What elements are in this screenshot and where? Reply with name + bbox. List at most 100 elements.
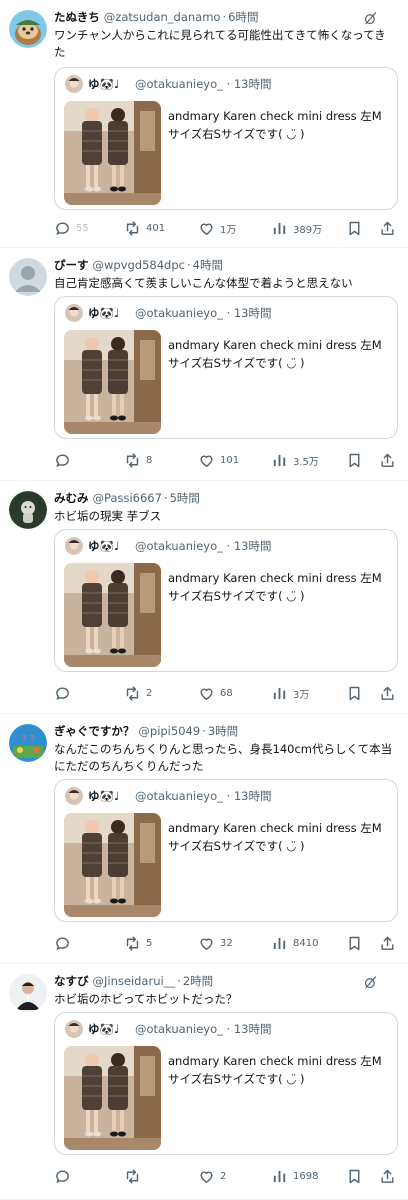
share-button[interactable] (379, 1166, 396, 1186)
reply-button[interactable]: 55 (54, 218, 89, 238)
views-button[interactable]: 1698 (271, 1166, 318, 1186)
bookmark-button[interactable] (346, 683, 363, 703)
tweet[interactable]: きき ぎゃぐですか？ @pipi5049 · 3時間 なんだこのちんちくりんと思ったら、身… (0, 714, 408, 964)
retweet-button[interactable]: 5 (124, 933, 152, 953)
quoted-photo[interactable] (64, 330, 161, 434)
separator-dot: · (222, 1022, 234, 1036)
reply-button[interactable] (54, 450, 76, 470)
views-button[interactable]: 389万 (271, 218, 322, 238)
timestamp[interactable]: 2時間 (183, 974, 213, 988)
retweet-button[interactable]: 2 (124, 683, 152, 703)
quoted-tweet[interactable]: ゆ🐼♩ @otakuanieyo_ · 13時間 andmary Karen che… (54, 67, 398, 210)
like-button[interactable]: 68 (198, 683, 233, 703)
quoted-handle-text: @otakuanieyo_ (135, 1022, 223, 1036)
quoted-timestamp: 13時間 (233, 77, 272, 91)
grok-icon[interactable] (363, 975, 378, 990)
quoted-handle-text: @otakuanieyo_ (135, 789, 223, 803)
retweet-count: 401 (146, 222, 166, 234)
share-button[interactable] (379, 218, 396, 238)
avatar[interactable] (9, 974, 47, 1012)
quoted-tweet[interactable]: ゆ🐼♩ @otakuanieyo_ · 13時間 andmary Karen che… (54, 1012, 398, 1155)
user-name[interactable]: みむみ (54, 491, 89, 505)
reply-button[interactable] (54, 933, 76, 953)
quoted-photo[interactable] (64, 101, 161, 205)
tweet-header: みむみ @Passi6667 · 5時間 (54, 491, 374, 506)
share-button[interactable] (379, 933, 396, 953)
quoted-photo[interactable] (64, 813, 161, 917)
tweet-header: なすび @Jinseidarui__ · 2時間 (54, 974, 374, 989)
timestamp[interactable]: 3時間 (208, 724, 238, 738)
timestamp[interactable]: 4時間 (193, 258, 223, 272)
retweet-icon (124, 1168, 141, 1185)
quoted-user-name: ゆ🐼♩ (88, 77, 120, 91)
share-button[interactable] (379, 450, 396, 470)
user-handle[interactable]: @zatsudan_danamo (104, 10, 221, 24)
avatar[interactable] (9, 258, 47, 296)
like-button[interactable]: 1万 (198, 218, 236, 238)
tweet[interactable]: ぴーす @wpvgd584dpc · 4時間 自己肯定感高くて羨ましいこんな体型で着よう… (0, 248, 408, 481)
quoted-tweet[interactable]: ゆ🐼♩ @otakuanieyo_ · 13時間 andmary Karen che… (54, 529, 398, 672)
reply-icon (54, 452, 71, 469)
quoted-tweet[interactable]: ゆ🐼♩ @otakuanieyo_ · 13時間 andmary Karen che… (54, 779, 398, 922)
timestamp[interactable]: 5時間 (170, 491, 200, 505)
reply-icon (54, 685, 71, 702)
user-handle[interactable]: @Passi6667 (93, 491, 162, 505)
avatar[interactable]: きき (9, 724, 47, 762)
separator-dot: · (177, 974, 181, 988)
views-button[interactable]: 3万 (271, 683, 309, 703)
views-icon (271, 935, 288, 952)
action-bar: 2 68 3万 (54, 683, 398, 703)
user-name[interactable]: たぬきち (54, 10, 100, 24)
retweet-icon (124, 935, 141, 952)
quoted-text: andmary Karen check mini dress 左Mサイズ右Sサイ… (168, 338, 382, 370)
user-handle[interactable]: @pipi5049 (138, 724, 200, 738)
reply-button[interactable] (54, 1166, 76, 1186)
bookmark-icon (346, 220, 363, 237)
share-button[interactable] (379, 683, 396, 703)
share-icon (379, 452, 396, 469)
timestamp[interactable]: 6時間 (228, 10, 258, 24)
quoted-tweet[interactable]: ゆ🐼♩ @otakuanieyo_ · 13時間 andmary Karen che… (54, 296, 398, 439)
bookmark-icon (346, 685, 363, 702)
like-count: 2 (220, 1170, 227, 1182)
bookmark-button[interactable] (346, 218, 363, 238)
retweet-button[interactable] (124, 1166, 146, 1186)
retweet-button[interactable]: 8 (124, 450, 152, 470)
quoted-handle-text: @otakuanieyo_ (135, 306, 223, 320)
like-icon (198, 1168, 215, 1185)
user-name[interactable]: ぎゃぐですか？ (54, 724, 134, 738)
reply-button[interactable] (54, 683, 76, 703)
user-name[interactable]: なすび (54, 974, 89, 988)
action-bar: 5 32 8410 (54, 933, 398, 953)
reply-count: 55 (76, 222, 89, 234)
like-button[interactable]: 101 (198, 450, 239, 470)
user-handle[interactable]: @wpvgd584dpc (93, 258, 185, 272)
grok-icon[interactable] (363, 11, 378, 26)
views-count: 3.5万 (293, 456, 319, 468)
tweet[interactable]: みむみ @Passi6667 · 5時間 ホビ垢の現実 芋ブス ゆ🐼♩ @otakuanie… (0, 481, 408, 714)
views-icon (271, 452, 288, 469)
separator-dot: · (186, 258, 191, 272)
user-handle[interactable]: @Jinseidarui__ (93, 974, 176, 988)
reply-icon (54, 220, 71, 237)
retweet-button[interactable]: 401 (124, 218, 165, 238)
bookmark-button[interactable] (346, 1166, 363, 1186)
like-button[interactable]: 2 (198, 1166, 226, 1186)
bookmark-button[interactable] (346, 450, 363, 470)
views-button[interactable]: 3.5万 (271, 450, 319, 470)
quoted-timestamp: 13時間 (233, 306, 272, 320)
quoted-user-name: ゆ🐼♩ (88, 789, 120, 803)
views-count: 8410 (293, 937, 319, 949)
views-count: 3万 (293, 689, 310, 701)
tweet[interactable]: たぬきち @zatsudan_danamo · 6時間 ワンチャン人からこれに見られてる… (0, 0, 408, 248)
avatar[interactable] (9, 491, 47, 529)
avatar[interactable] (9, 10, 47, 48)
like-button[interactable]: 32 (198, 933, 233, 953)
quoted-photo[interactable] (64, 1046, 161, 1150)
quoted-photo[interactable] (64, 563, 161, 667)
quoted-text: andmary Karen check mini dress 左Mサイズ右Sサイ… (168, 1054, 382, 1086)
tweet[interactable]: なすび @Jinseidarui__ · 2時間 ホビ垢のホビってホビットだった？ ゆ🐼♩… (0, 964, 408, 1200)
bookmark-button[interactable] (346, 933, 363, 953)
user-name[interactable]: ぴーす (54, 258, 89, 272)
views-button[interactable]: 8410 (271, 933, 318, 953)
